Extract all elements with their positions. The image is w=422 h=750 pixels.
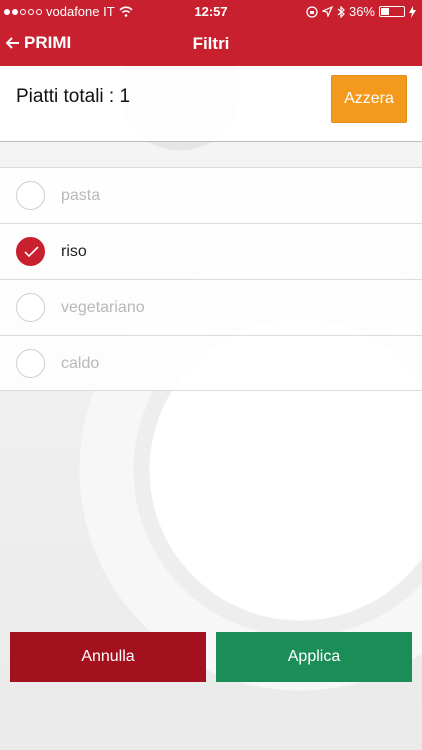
- total-dishes-label: Piatti totali : 1: [16, 86, 131, 107]
- status-bar: vodafone IT 12:57 36%: [0, 0, 422, 22]
- filter-label: pasta: [61, 187, 101, 204]
- filter-list: pasta riso vegetariano caldo: [0, 167, 422, 391]
- cancel-button[interactable]: Annulla: [10, 632, 206, 682]
- filter-item-vegetariano[interactable]: vegetariano: [0, 279, 422, 335]
- navigation-bar: PRIMI Filtri: [0, 22, 422, 66]
- bluetooth-icon: [337, 5, 345, 18]
- filter-item-riso[interactable]: riso: [0, 223, 422, 279]
- status-right: 36%: [306, 4, 416, 19]
- action-bar: Annulla Applica: [0, 632, 422, 682]
- location-arrow-icon: [321, 6, 333, 17]
- checkbox-circle[interactable]: [16, 181, 45, 210]
- filter-label: vegetariano: [61, 299, 145, 316]
- battery-percent: 36%: [348, 4, 375, 19]
- reset-button[interactable]: Azzera: [331, 75, 407, 123]
- page-title: Filtri: [192, 34, 230, 53]
- filter-label: caldo: [61, 355, 100, 372]
- charging-bolt-icon: [409, 5, 416, 18]
- apply-button[interactable]: Applica: [216, 632, 412, 682]
- filter-item-pasta[interactable]: pasta: [0, 167, 422, 223]
- checkbox-circle[interactable]: [16, 349, 45, 378]
- filter-label: riso: [61, 243, 87, 260]
- summary-panel: Piatti totali : 1 Azzera: [0, 66, 422, 142]
- checkbox-circle[interactable]: [16, 293, 45, 322]
- battery-icon: [379, 6, 405, 17]
- filter-item-caldo[interactable]: caldo: [0, 335, 422, 391]
- header: vodafone IT 12:57 36% PRIMI Filtri: [0, 0, 422, 66]
- lock-rotation-icon: [306, 5, 318, 18]
- checkmark-icon: [24, 246, 39, 258]
- checkbox-circle-checked[interactable]: [16, 237, 45, 266]
